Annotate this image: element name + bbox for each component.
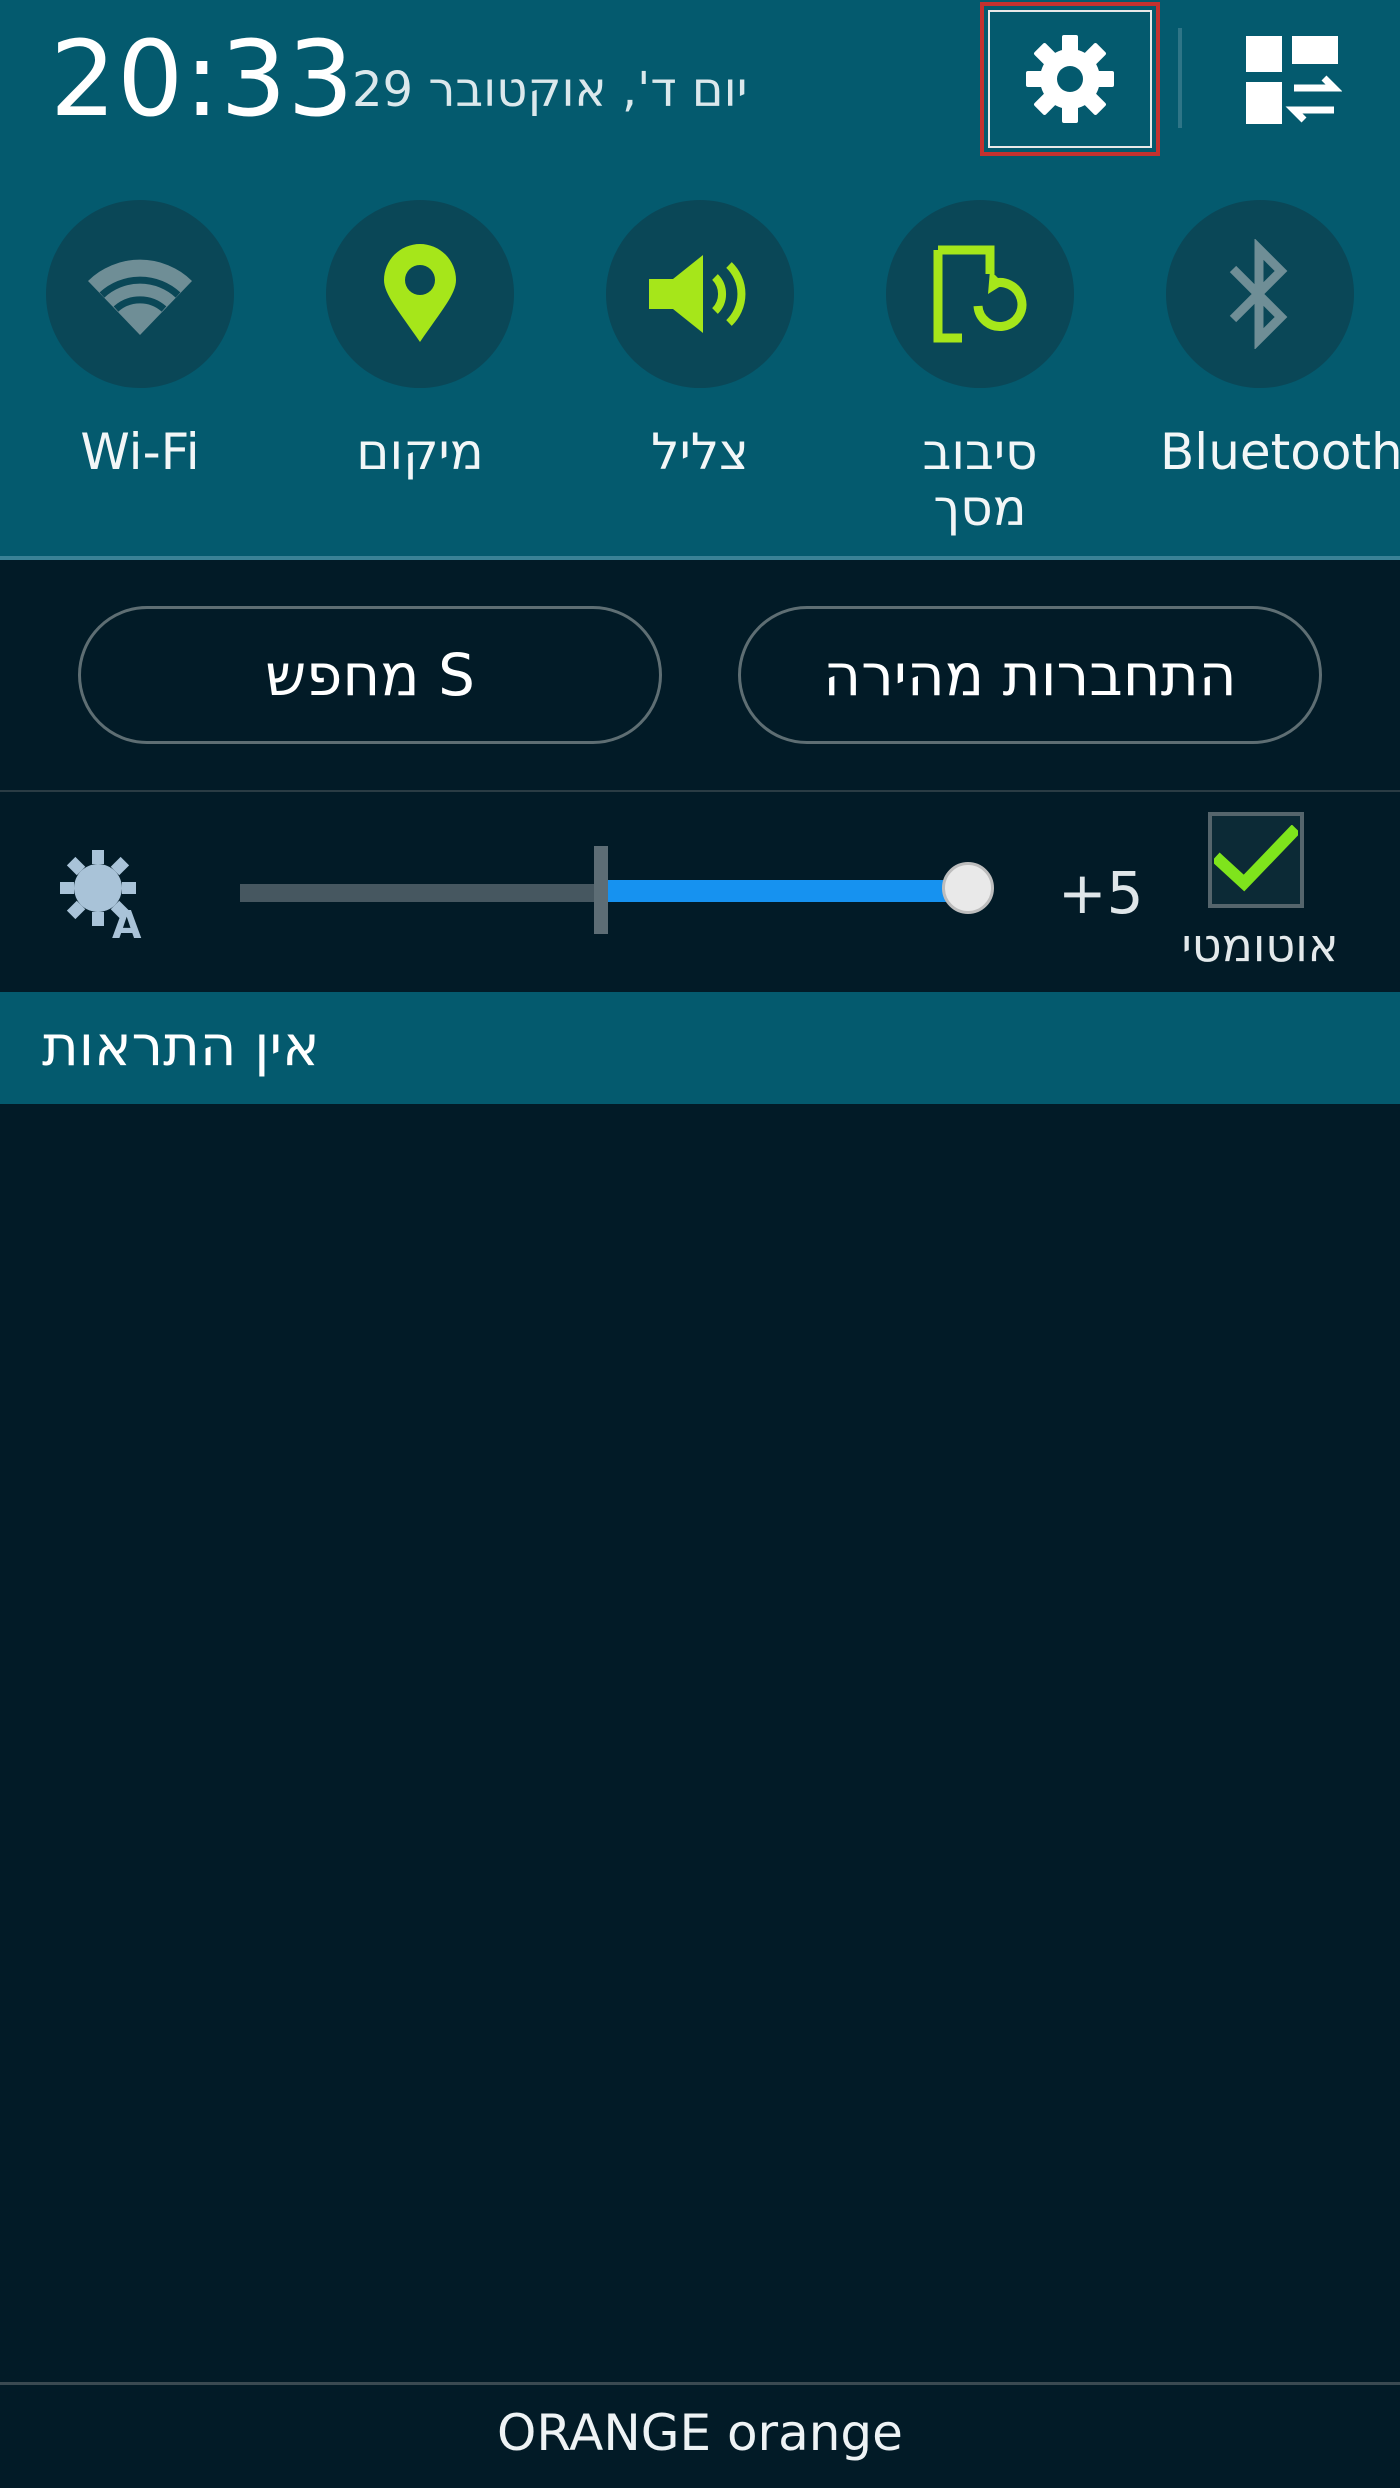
settings-button[interactable] — [980, 2, 1160, 156]
checkmark-icon — [1214, 825, 1298, 892]
toggle-location-label: מיקום — [356, 423, 484, 481]
wifi-icon — [88, 259, 192, 335]
no-notifications-text: אין התראות — [42, 1014, 320, 1079]
toggle-location[interactable]: מיקום — [320, 200, 520, 480]
brightness-track-fill — [600, 880, 968, 902]
toggle-screen-rotation[interactable]: סיבוב מסך — [880, 200, 1080, 536]
toggle-location-circle — [326, 200, 514, 388]
auto-brightness-label: אוטומטי — [1181, 918, 1339, 972]
toggle-sound-label: צליל — [651, 423, 749, 481]
toggle-bluetooth-circle — [1166, 200, 1354, 388]
edit-toggles-button[interactable] — [1232, 20, 1352, 140]
clock: 20:33 — [50, 18, 355, 140]
toggle-rotation-label: סיבוב מסך — [922, 423, 1038, 537]
date-label: יום ד', אוקטובר 29 — [352, 62, 748, 118]
toggle-wifi[interactable]: Wi-Fi — [40, 200, 240, 480]
location-pin-icon — [384, 244, 456, 342]
brightness-slider-thumb[interactable] — [942, 862, 994, 914]
carrier-label: ORANGE orange — [497, 2404, 903, 2462]
speaker-icon — [649, 255, 746, 333]
toggle-sound-circle — [606, 200, 794, 388]
auto-brightness-checkbox[interactable] — [1208, 812, 1304, 908]
action-buttons-row: מחפש S התחברות מהירה — [0, 560, 1400, 790]
toggle-sound[interactable]: צליל — [600, 200, 800, 480]
header-divider — [1178, 28, 1182, 128]
quick-panel-header: 20:33 יום ד', אוקטובר 29 Wi-Fi מיקום צלי… — [0, 0, 1400, 560]
toggle-bluetooth-label: Bluetooth — [1160, 423, 1400, 481]
svg-text:A: A — [112, 903, 142, 946]
grid-swap-icon — [1246, 36, 1342, 124]
auto-brightness-icon: A — [60, 850, 142, 946]
toggle-wifi-label: Wi-Fi — [80, 423, 200, 481]
brightness-level: +5 — [1058, 859, 1144, 927]
bluetooth-icon — [1229, 239, 1288, 349]
s-finder-button[interactable]: מחפש S — [78, 606, 662, 744]
toggle-bluetooth[interactable]: Bluetooth — [1160, 200, 1400, 481]
screen-rotation-icon — [933, 245, 1027, 343]
toggle-wifi-circle — [46, 200, 234, 388]
brightness-auto-marker — [594, 846, 608, 934]
brightness-track[interactable] — [240, 884, 600, 902]
footer-divider — [0, 2382, 1400, 2385]
settings-highlight-frame — [988, 10, 1152, 148]
toggle-rotation-circle — [886, 200, 1074, 388]
brightness-panel: A +5 אוטומטי — [0, 792, 1400, 992]
quick-connect-button[interactable]: התחברות מהירה — [738, 606, 1322, 744]
notifications-header: אין התראות — [0, 992, 1400, 1104]
